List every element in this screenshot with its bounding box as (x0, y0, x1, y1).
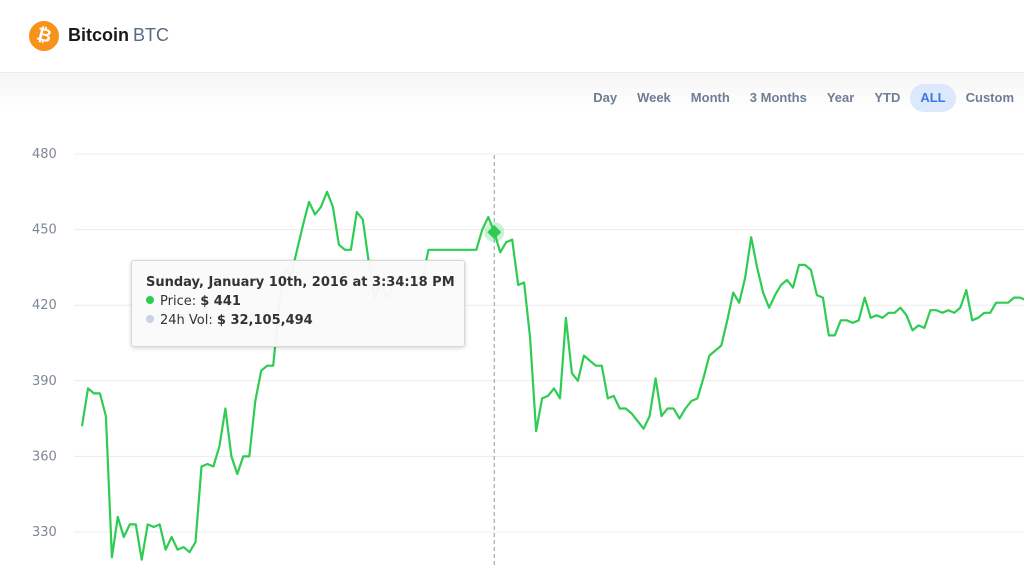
tooltip-price-row: Price: $ 441 (146, 294, 241, 309)
price-tooltip: Sunday, January 10th, 2016 at 3:34:18 PM… (131, 260, 465, 347)
tooltip-date: Sunday, January 10th, 2016 at 3:34:18 PM (146, 275, 455, 290)
tooltip-volume-label: 24h Vol: (160, 313, 213, 328)
y-tick-label: 390 (32, 374, 57, 389)
price-legend-dot (146, 296, 154, 304)
tooltip-volume-row: 24h Vol: $ 32,105,494 (146, 313, 313, 328)
tooltip-volume-value: $ 32,105,494 (216, 313, 313, 328)
tooltip-price-label: Price: (160, 294, 197, 309)
tooltip-price-value: $ 441 (200, 294, 241, 309)
price-series-line (80, 190, 1024, 561)
y-tick-label: 360 (32, 449, 57, 464)
y-tick-label: 330 (32, 525, 57, 540)
y-tick-label: 420 (32, 298, 57, 313)
y-tick-label: 450 (32, 223, 57, 238)
volume-legend-dot (146, 315, 154, 323)
y-tick-label: 480 (32, 147, 57, 162)
